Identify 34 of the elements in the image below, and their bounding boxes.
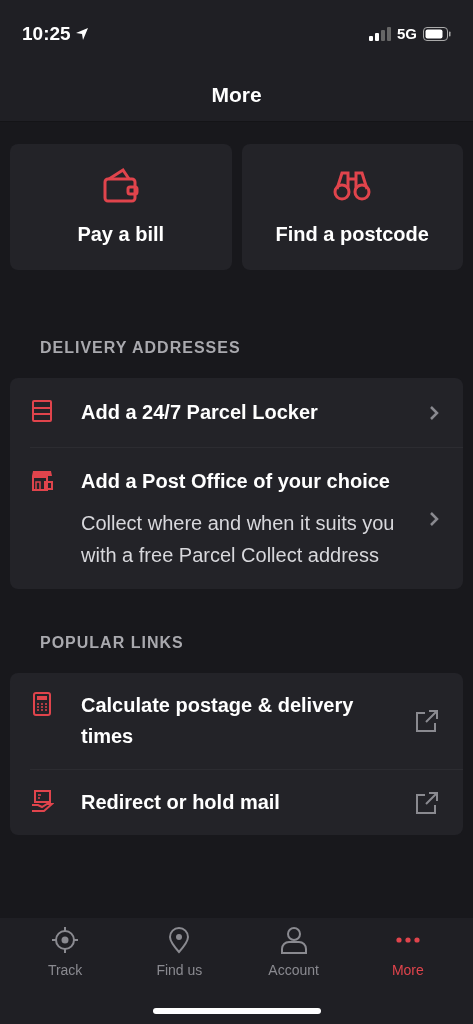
person-icon bbox=[279, 926, 308, 954]
external-link-icon bbox=[415, 709, 439, 733]
tab-item[interactable]: More bbox=[362, 926, 453, 981]
quick-action-button[interactable]: Pay a bill bbox=[10, 144, 232, 270]
chevron-right-icon bbox=[429, 510, 439, 527]
page-title: More bbox=[211, 81, 262, 108]
list-row[interactable]: Add a Post Office of your choice Collect where and when it suits you with a free Parcel Collect address bbox=[30, 447, 463, 589]
shop-icon bbox=[30, 468, 54, 492]
more-dots-icon bbox=[395, 937, 420, 943]
tab-item[interactable]: Find us bbox=[134, 926, 225, 981]
row-title: Add a 24/7 Parcel Locker bbox=[81, 400, 319, 425]
chevron-right-icon bbox=[429, 404, 439, 421]
row-title: Calculate postage & delivery times bbox=[81, 693, 355, 749]
network-label: 5G bbox=[397, 23, 417, 44]
list-row[interactable]: Calculate postage & delivery times bbox=[10, 673, 463, 769]
signal-icon bbox=[369, 27, 391, 41]
mail-hand-icon bbox=[30, 789, 54, 813]
location-arrow-icon bbox=[74, 27, 89, 41]
crosshair-icon bbox=[51, 926, 80, 954]
battery-icon bbox=[423, 27, 451, 41]
external-link-icon bbox=[415, 790, 439, 815]
tab-item[interactable]: Account bbox=[248, 926, 339, 981]
section-heading: POPULAR LINKS bbox=[39, 633, 185, 653]
list-row[interactable]: Add a 24/7 Parcel Locker bbox=[10, 378, 463, 447]
tab-item[interactable]: Track bbox=[20, 926, 111, 981]
status-time: 10:25 bbox=[22, 21, 71, 46]
calculator-icon bbox=[30, 692, 54, 716]
row-description: Collect where and when it suits you with a free Parcel Collect address bbox=[81, 511, 396, 568]
list-row[interactable]: Redirect or hold mail bbox=[30, 769, 463, 835]
section-heading: DELIVERY ADDRESSES bbox=[39, 338, 242, 358]
row-title: Add a Post Office of your choice bbox=[81, 469, 391, 494]
row-title: Redirect or hold mail bbox=[81, 790, 281, 815]
quick-action-button[interactable]: Find a postcode bbox=[241, 144, 463, 270]
locker-icon bbox=[30, 399, 54, 423]
